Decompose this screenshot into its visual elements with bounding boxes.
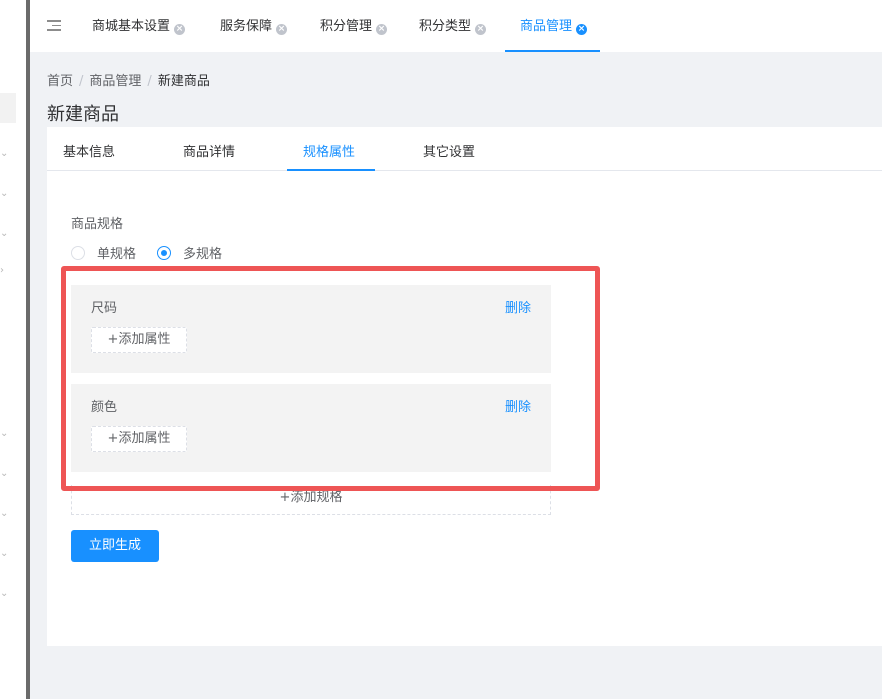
close-circle-icon[interactable]: ×: [475, 24, 487, 35]
breadcrumb-current: 新建商品: [157, 74, 210, 89]
close-circle-icon[interactable]: ×: [376, 24, 388, 35]
sidebar: ⌄ ⌄ ⌄ › ⌄ ⌄ ⌄ ⌄ ⌄: [0, 0, 26, 699]
breadcrumb-separator: /: [147, 74, 152, 89]
add-spec-button[interactable]: +添加规格: [71, 485, 551, 515]
add-attribute-button[interactable]: +添加属性: [91, 426, 187, 452]
tab-product-detail[interactable]: 商品详情: [183, 141, 235, 160]
radio-single-spec[interactable]: 单规格: [71, 243, 136, 262]
radio-circle[interactable]: [71, 245, 85, 260]
chevron-down-icon[interactable]: ⌄: [0, 149, 8, 159]
spec-group: 尺码 删除 +添加属性: [71, 285, 551, 373]
chevron-down-icon[interactable]: ⌄: [0, 589, 8, 599]
tab-basic-info[interactable]: 基本信息: [63, 141, 115, 160]
tab-other-settings[interactable]: 其它设置: [423, 141, 475, 160]
add-attribute-button[interactable]: +添加属性: [91, 327, 187, 353]
top-tab-label: 服务保障: [220, 19, 273, 34]
breadcrumb-parent[interactable]: 商品管理: [89, 74, 141, 89]
page-title: 新建商品: [47, 104, 119, 125]
active-tab-indicator: [287, 169, 375, 171]
top-tab-label: 积分管理: [320, 19, 373, 34]
sidebar-active-item[interactable]: [0, 93, 16, 123]
radio-label: 单规格: [97, 247, 137, 262]
radio-label: 多规格: [183, 247, 223, 262]
top-tab[interactable]: 服务保障 ×: [220, 0, 288, 52]
spec-group-name: 尺码: [91, 301, 118, 316]
spec-type-label: 商品规格: [71, 217, 124, 232]
form-tabs: 基本信息 商品详情 规格属性 其它设置: [47, 127, 882, 171]
spec-group-name: 颜色: [91, 400, 118, 415]
top-tab-bar: 商城基本设置 × 服务保障 × 积分管理 × 积分类型 × 商品管理 ×: [30, 0, 882, 52]
top-tab[interactable]: 积分类型 ×: [419, 0, 487, 52]
top-tab-label: 商城基本设置: [92, 19, 171, 34]
chevron-down-icon[interactable]: ⌄: [0, 189, 8, 199]
sidebar-divider: [26, 0, 30, 699]
chevron-right-icon[interactable]: ›: [0, 266, 8, 276]
breadcrumb-separator: /: [79, 74, 84, 89]
chevron-down-icon[interactable]: ⌄: [0, 429, 8, 439]
spec-group: 颜色 删除 +添加属性: [71, 384, 551, 472]
chevron-down-icon[interactable]: ⌄: [0, 469, 8, 479]
top-tab-label: 积分类型: [419, 19, 472, 34]
breadcrumb: 首页 / 商品管理 / 新建商品: [47, 70, 210, 89]
delete-spec-link[interactable]: 删除: [505, 396, 531, 415]
chevron-down-icon[interactable]: ⌄: [0, 229, 8, 239]
chevron-down-icon[interactable]: ⌄: [0, 509, 8, 519]
radio-circle[interactable]: [157, 245, 171, 260]
close-circle-icon[interactable]: ×: [276, 24, 288, 35]
breadcrumb-home[interactable]: 首页: [47, 74, 73, 89]
tab-spec-attributes[interactable]: 规格属性: [303, 141, 355, 160]
top-tab-active[interactable]: 商品管理 ×: [504, 0, 601, 52]
delete-spec-link[interactable]: 删除: [505, 297, 531, 316]
close-circle-icon[interactable]: ×: [576, 24, 588, 35]
generate-button[interactable]: 立即生成: [71, 530, 159, 562]
top-tab-label: 商品管理: [520, 19, 573, 34]
menu-fold-icon[interactable]: [47, 20, 61, 32]
radio-multi-spec[interactable]: 多规格: [157, 243, 222, 262]
product-form-card: 基本信息 商品详情 规格属性 其它设置 商品规格 单规格 多规格 尺码 删除 +…: [47, 127, 882, 646]
top-tab[interactable]: 积分管理 ×: [320, 0, 388, 52]
close-circle-icon[interactable]: ×: [174, 24, 186, 35]
top-tab[interactable]: 商城基本设置 ×: [92, 0, 186, 52]
chevron-down-icon[interactable]: ⌄: [0, 549, 8, 559]
